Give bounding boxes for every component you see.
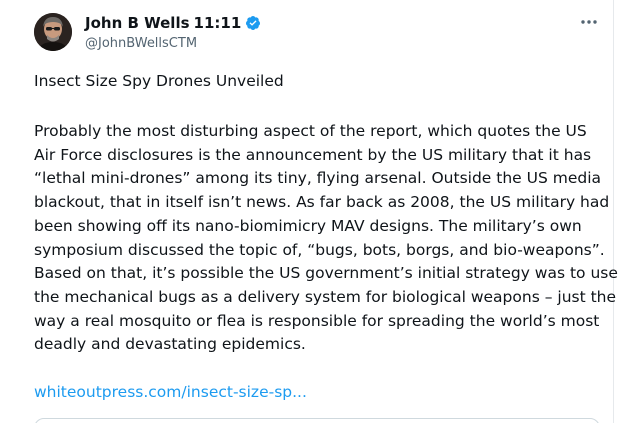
avatar[interactable] xyxy=(34,13,72,51)
tweet-body-line: Probably the most disturbing aspect of t… xyxy=(34,122,587,140)
tweet-body-line: way a real mosquito or flea is responsib… xyxy=(34,311,600,330)
tweet-body: Probably the most disturbing aspect of t… xyxy=(34,120,618,357)
author-name[interactable]: John B Wells xyxy=(85,14,190,32)
tweet-body-line: the mechanical bugs as a delivery system… xyxy=(34,287,617,306)
link-preview-card[interactable] xyxy=(34,418,600,423)
author-handle[interactable]: @JohnBWellsCTM xyxy=(85,36,197,51)
tweet-body-line: “lethal mini-drones” among its tiny, fly… xyxy=(34,169,602,188)
tweet-body-line: blackout, that in itself isn’t news. As … xyxy=(34,193,610,212)
more-options-icon[interactable] xyxy=(578,12,600,32)
tweet-card: John B Wells 11:11 @JohnBWellsCTM Insect… xyxy=(0,0,618,423)
avatar-portrait-icon xyxy=(34,13,72,51)
tweet-body-line: symposium discussed the topic of, “bugs,… xyxy=(34,240,605,259)
tweet-body-line: deadly and devastating epidemics. xyxy=(34,335,306,354)
tweet-body-line: been showing off its nano-biomimicry MAV… xyxy=(34,216,582,235)
verified-badge-icon xyxy=(245,15,261,31)
tweet-time[interactable]: 11:11 xyxy=(194,14,242,32)
author-name-row: John B Wells 11:11 xyxy=(85,13,261,33)
article-link[interactable]: whiteoutpress.com/insect-size-sp... xyxy=(34,383,307,401)
tweet-title: Insect Size Spy Drones Unveiled xyxy=(34,72,284,90)
tweet-body-line: Air Force disclosures is the announcemen… xyxy=(34,145,592,164)
tweet-body-line: Based on that, it’s possible the US gove… xyxy=(34,264,618,283)
